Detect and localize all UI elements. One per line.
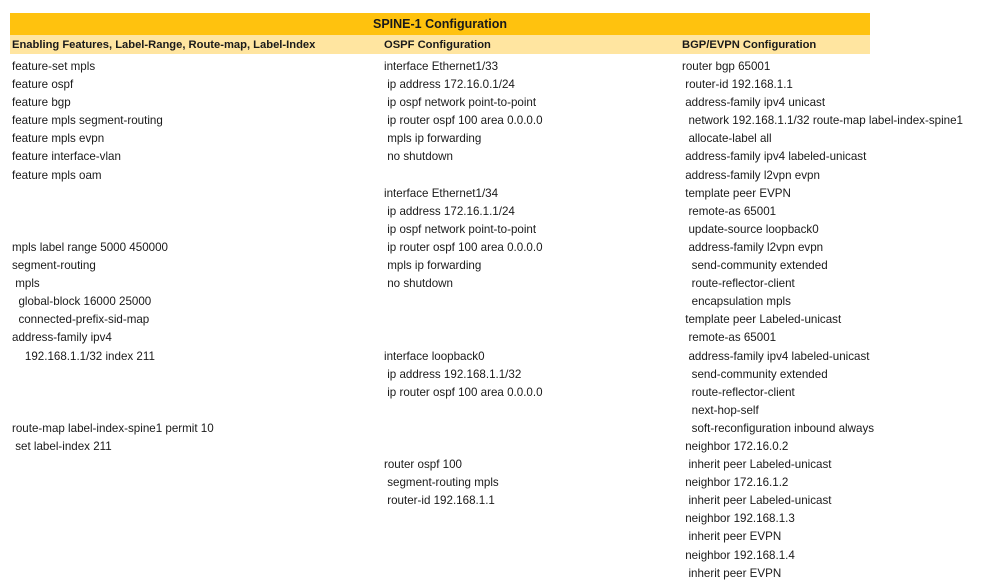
- config-line: update-source loopback0: [682, 222, 819, 236]
- config-line: set label-index 211: [12, 439, 112, 453]
- config-line: allocate-label all: [682, 132, 772, 146]
- config-line-blank: [12, 384, 382, 402]
- column-header-ospf: OSPF Configuration: [384, 38, 491, 51]
- config-line-blank: [384, 402, 680, 420]
- configuration-body: feature-set mpls feature ospf feature bgp f…: [10, 58, 964, 583]
- config-line: feature interface-vlan: [12, 150, 121, 164]
- config-line-blank: [384, 438, 680, 456]
- config-line-blank: [384, 167, 680, 185]
- config-line: ip router ospf 100 area 0.0.0.0: [384, 114, 543, 128]
- config-line: next-hop-self: [682, 403, 759, 417]
- config-line: router ospf 100: [384, 458, 462, 472]
- config-line: mpls: [12, 277, 40, 291]
- config-line: inherit peer EVPN: [682, 530, 782, 544]
- config-line: address-family ipv4 labeled-unicast: [682, 349, 870, 363]
- config-line: address-family ipv4 unicast: [682, 96, 826, 110]
- config-line: inherit peer EVPN: [682, 566, 782, 580]
- column-header-row: Enabling Features, Label-Range, Route-ma…: [10, 35, 870, 54]
- config-line: feature ospf: [12, 78, 74, 92]
- config-line: 192.168.1.1/32 index 211: [12, 349, 155, 363]
- config-line: ip address 192.168.1.1/32: [384, 367, 522, 381]
- column-body-features: feature-set mpls feature ospf feature bgp f…: [10, 58, 382, 583]
- config-line-blank: [384, 293, 680, 311]
- config-line: address-family l2vpn evpn: [682, 168, 820, 182]
- config-line: remote-as 65001: [682, 331, 777, 345]
- config-line: ip ospf network point-to-point: [384, 96, 537, 110]
- config-line: encapsulation mpls: [682, 295, 791, 309]
- config-line: feature mpls oam: [12, 168, 102, 182]
- column-body-bgp-evpn: router bgp 65001 router-id 192.168.1.1 a…: [680, 58, 964, 583]
- config-line: interface Ethernet1/33: [384, 60, 499, 73]
- config-line: address-family l2vpn evpn: [682, 240, 824, 254]
- config-line: no shutdown: [384, 277, 453, 291]
- config-line: feature mpls segment-routing: [12, 114, 163, 128]
- config-line: neighbor 172.16.0.2: [682, 439, 789, 453]
- config-line: router bgp 65001: [682, 60, 771, 73]
- column-header-features: Enabling Features, Label-Range, Route-ma…: [12, 38, 316, 51]
- table-title: SPINE-1 Configuration: [10, 13, 870, 35]
- config-line: feature-set mpls: [12, 60, 96, 73]
- config-line: feature mpls evpn: [12, 132, 105, 146]
- config-line: route-map label-index-spine1 permit 10: [12, 421, 214, 435]
- spine1-configuration-table: SPINE-1 Configuration Enabling Features,…: [10, 13, 964, 583]
- config-line-blank: [12, 185, 382, 203]
- config-line: network 192.168.1.1/32 route-map label-i…: [682, 114, 964, 128]
- config-line: ip address 172.16.1.1/24: [384, 204, 515, 218]
- config-line: route-reflector-client: [682, 277, 795, 291]
- config-line: address-family ipv4: [12, 331, 112, 345]
- column-body-ospf: interface Ethernet1/33 ip address 172.16…: [382, 58, 680, 583]
- config-line: send-community extended: [682, 367, 828, 381]
- config-line: template peer EVPN: [682, 186, 791, 200]
- config-line-blank: [12, 366, 382, 384]
- column-header-bgp-evpn: BGP/EVPN Configuration: [682, 38, 817, 51]
- config-line: mpls ip forwarding: [384, 132, 482, 146]
- config-line-blank: [12, 221, 382, 239]
- config-line: ip router ospf 100 area 0.0.0.0: [384, 240, 543, 254]
- config-line-blank: [384, 311, 680, 329]
- config-line: remote-as 65001: [682, 204, 777, 218]
- config-line-blank: [12, 402, 382, 420]
- config-line: neighbor 192.168.1.3: [682, 512, 795, 526]
- config-line: mpls label range 5000 450000: [12, 240, 168, 254]
- config-line: route-reflector-client: [682, 385, 795, 399]
- config-line: router-id 192.168.1.1: [682, 78, 793, 92]
- config-line-blank: [384, 420, 680, 438]
- config-line-blank: [384, 329, 680, 347]
- config-line: send-community extended: [682, 259, 828, 273]
- config-line: interface Ethernet1/34: [384, 186, 499, 200]
- config-line: ip address 172.16.0.1/24: [384, 78, 515, 92]
- config-line: interface loopback0: [384, 349, 485, 363]
- config-line: address-family ipv4 labeled-unicast: [682, 150, 867, 164]
- config-line: soft-reconfiguration inbound always: [682, 421, 875, 435]
- config-line-blank: [12, 203, 382, 221]
- config-line: feature bgp: [12, 96, 71, 110]
- config-line: segment-routing mpls: [384, 476, 499, 490]
- config-line: inherit peer Labeled-unicast: [682, 458, 832, 472]
- config-line: inherit peer Labeled-unicast: [682, 494, 832, 508]
- config-line: ip router ospf 100 area 0.0.0.0: [384, 385, 543, 399]
- config-line: neighbor 172.16.1.2: [682, 476, 789, 490]
- config-line: router-id 192.168.1.1: [384, 494, 495, 508]
- config-line: connected-prefix-sid-map: [12, 313, 150, 327]
- config-line: template peer Labeled-unicast: [682, 313, 842, 327]
- config-line: ip ospf network point-to-point: [384, 222, 537, 236]
- config-line: no shutdown: [384, 150, 453, 164]
- config-line: segment-routing: [12, 259, 96, 273]
- config-line: neighbor 192.168.1.4: [682, 548, 795, 562]
- config-line: mpls ip forwarding: [384, 259, 482, 273]
- config-line: global-block 16000 25000: [12, 295, 152, 309]
